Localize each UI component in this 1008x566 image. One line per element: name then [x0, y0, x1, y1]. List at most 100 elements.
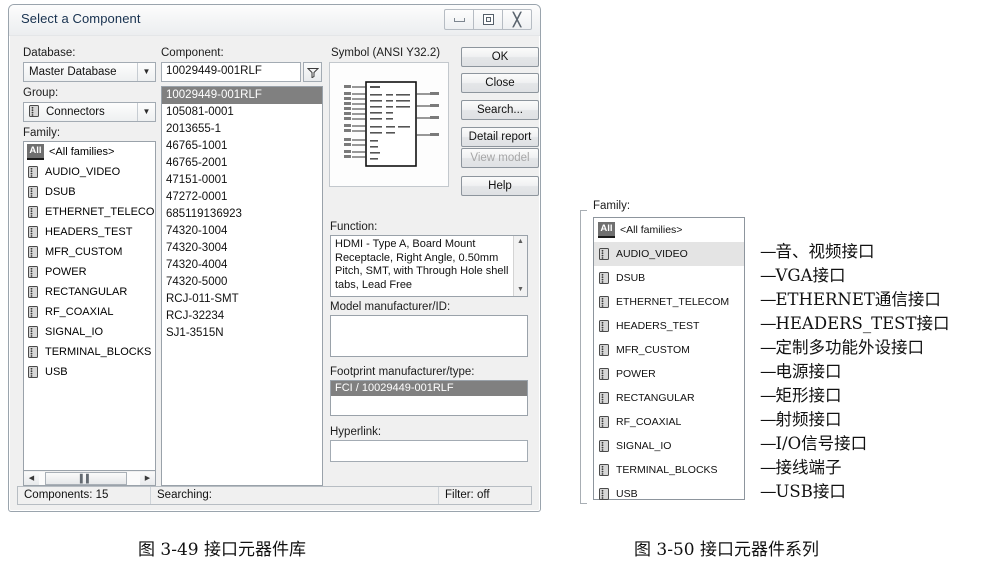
help-button[interactable]: Help: [461, 176, 539, 196]
function-textarea[interactable]: HDMI - Type A, Board Mount Receptacle, R…: [330, 235, 528, 297]
group-combobox[interactable]: Connectors ▼: [23, 102, 156, 122]
component-list-item[interactable]: 74320-1004: [162, 223, 322, 240]
figure2-family-item[interactable]: POWER: [594, 362, 744, 386]
figure2-family-item[interactable]: HEADERS_TEST: [594, 314, 744, 338]
component-list-item[interactable]: 10029449-001RLF: [162, 87, 322, 104]
view-model-button: View model: [461, 148, 539, 168]
leader-dash: —: [760, 266, 776, 285]
restore-button[interactable]: [473, 9, 503, 30]
connector-icon: [598, 247, 611, 262]
search-button[interactable]: Search...: [461, 100, 539, 120]
filter-button[interactable]: [303, 62, 322, 82]
component-list-item[interactable]: 2013655-1: [162, 121, 322, 138]
figure2-family-label-text: DSUB: [616, 272, 646, 284]
leader-dash: —: [760, 290, 776, 309]
annotation-text: VGA接口: [775, 266, 846, 285]
annotation-text: 定制多功能外设接口: [775, 338, 925, 357]
connector-icon: [598, 271, 611, 286]
scroll-down-icon[interactable]: ▼: [514, 284, 527, 296]
database-value: Master Database: [29, 66, 117, 78]
figure2-annotation: —矩形接口: [760, 382, 842, 406]
component-listbox[interactable]: 10029449-001RLF 105081-0001 2013655-1 46765…: [161, 86, 323, 486]
annotation-text: 电源接口: [775, 362, 842, 381]
family-list-item[interactable]: SIGNAL_IO: [24, 322, 155, 342]
family-list-item[interactable]: USB: [24, 362, 155, 382]
figure2-family-item[interactable]: DSUB: [594, 266, 744, 290]
family-item-label: POWER: [45, 266, 87, 278]
figure2-family-item[interactable]: MFR_CUSTOM: [594, 338, 744, 362]
family-listbox[interactable]: All <All families> AUDIO_VIDEO DSUB ETHERNET…: [23, 141, 156, 471]
figure2-family-item[interactable]: TERMINAL_BLOCKS: [594, 458, 744, 482]
hyperlink-input[interactable]: [330, 440, 528, 462]
all-families-icon: All: [598, 222, 615, 238]
component-list-item[interactable]: 47272-0001: [162, 189, 322, 206]
family-list-item[interactable]: AUDIO_VIDEO: [24, 162, 155, 182]
scroll-right-icon[interactable]: ▶: [140, 471, 155, 485]
scroll-track[interactable]: ▌▌: [39, 471, 140, 485]
figure2-family-item[interactable]: RF_COAXIAL: [594, 410, 744, 434]
minimize-icon: [453, 17, 465, 22]
connector-icon: [27, 305, 40, 320]
scroll-up-icon[interactable]: ▲: [514, 236, 527, 248]
family-list-item[interactable]: All <All families>: [24, 142, 155, 162]
window-controls: ╳: [444, 9, 532, 30]
component-input[interactable]: 10029449-001RLF: [161, 62, 301, 82]
component-list-item[interactable]: 685119136923: [162, 206, 322, 223]
filter-icon: [306, 67, 319, 78]
family-item-label: AUDIO_VIDEO: [45, 166, 121, 178]
footprint-listbox[interactable]: FCI / 10029449-001RLF: [330, 380, 528, 416]
component-symbol-graphic: [344, 81, 439, 167]
leader-dash: —: [760, 314, 776, 333]
family-item-label: USB: [45, 366, 68, 378]
figure2-family-item[interactable]: ETHERNET_TELECOM: [594, 290, 744, 314]
figure2-family-listbox[interactable]: All <All families> AUDIO_VIDEO DSUB ETHERNET…: [593, 217, 745, 500]
detail-report-button[interactable]: Detail report: [461, 127, 539, 147]
family-list-item[interactable]: RF_COAXIAL: [24, 302, 155, 322]
component-list-item[interactable]: 46765-1001: [162, 138, 322, 155]
component-list-item[interactable]: 74320-3004: [162, 240, 322, 257]
component-list-item[interactable]: 74320-5000: [162, 274, 322, 291]
connector-icon: [27, 165, 40, 180]
status-searching: Searching:: [151, 487, 439, 504]
figure2-family-label-text: POWER: [616, 368, 656, 380]
figure2-family-item[interactable]: RECTANGULAR: [594, 386, 744, 410]
figure2-family-label-text: HEADERS_TEST: [616, 320, 700, 332]
family-list-item[interactable]: RECTANGULAR: [24, 282, 155, 302]
scroll-thumb[interactable]: ▌▌: [45, 471, 127, 485]
annotation-text: 接线端子: [775, 458, 842, 477]
figure2-family-item[interactable]: SIGNAL_IO: [594, 434, 744, 458]
family-list-item[interactable]: DSUB: [24, 182, 155, 202]
family-horizontal-scrollbar[interactable]: ◀ ▌▌ ▶: [23, 471, 156, 486]
minimize-button[interactable]: [444, 9, 474, 30]
dialog-titlebar[interactable]: Select a Component ╳: [9, 5, 540, 36]
figure2-family-item[interactable]: All <All families>: [594, 218, 744, 242]
component-list-item[interactable]: SJ1-3515N: [162, 325, 322, 342]
family-list-item[interactable]: HEADERS_TEST: [24, 222, 155, 242]
family-list-item[interactable]: ETHERNET_TELECOM: [24, 202, 155, 222]
function-scrollbar[interactable]: ▲ ▼: [513, 236, 527, 296]
leader-dash: —: [760, 434, 776, 453]
component-list-item[interactable]: RCJ-011-SMT: [162, 291, 322, 308]
figure2-family-item[interactable]: USB: [594, 482, 744, 506]
family-list-item[interactable]: POWER: [24, 262, 155, 282]
close-button[interactable]: Close: [461, 73, 539, 93]
annotation-text: USB接口: [775, 482, 846, 501]
footprint-row[interactable]: FCI / 10029449-001RLF: [331, 381, 527, 396]
family-list-item[interactable]: TERMINAL_BLOCKS: [24, 342, 155, 362]
scroll-left-icon[interactable]: ◀: [24, 471, 39, 485]
figure2-family-item[interactable]: AUDIO_VIDEO: [594, 242, 744, 266]
footprint-manufacturer-label: Footprint manufacturer/type:: [330, 366, 475, 378]
family-list-item[interactable]: MFR_CUSTOM: [24, 242, 155, 262]
figure2-family-label-text: <All families>: [620, 224, 683, 236]
component-list-item[interactable]: 47151-0001: [162, 172, 322, 189]
component-list-item[interactable]: RCJ-32234: [162, 308, 322, 325]
model-manufacturer-box[interactable]: [330, 315, 528, 357]
component-list-item[interactable]: 105081-0001: [162, 104, 322, 121]
database-combobox[interactable]: Master Database ▼: [23, 62, 156, 82]
component-list-item[interactable]: 46765-2001: [162, 155, 322, 172]
ok-button[interactable]: OK: [461, 47, 539, 67]
close-button[interactable]: ╳: [502, 9, 532, 30]
hyperlink-label: Hyperlink:: [330, 426, 382, 438]
family-series-figure: Family: All <All families> AUDIO_VIDEO DSUB…: [580, 196, 990, 508]
component-list-item[interactable]: 74320-4004: [162, 257, 322, 274]
